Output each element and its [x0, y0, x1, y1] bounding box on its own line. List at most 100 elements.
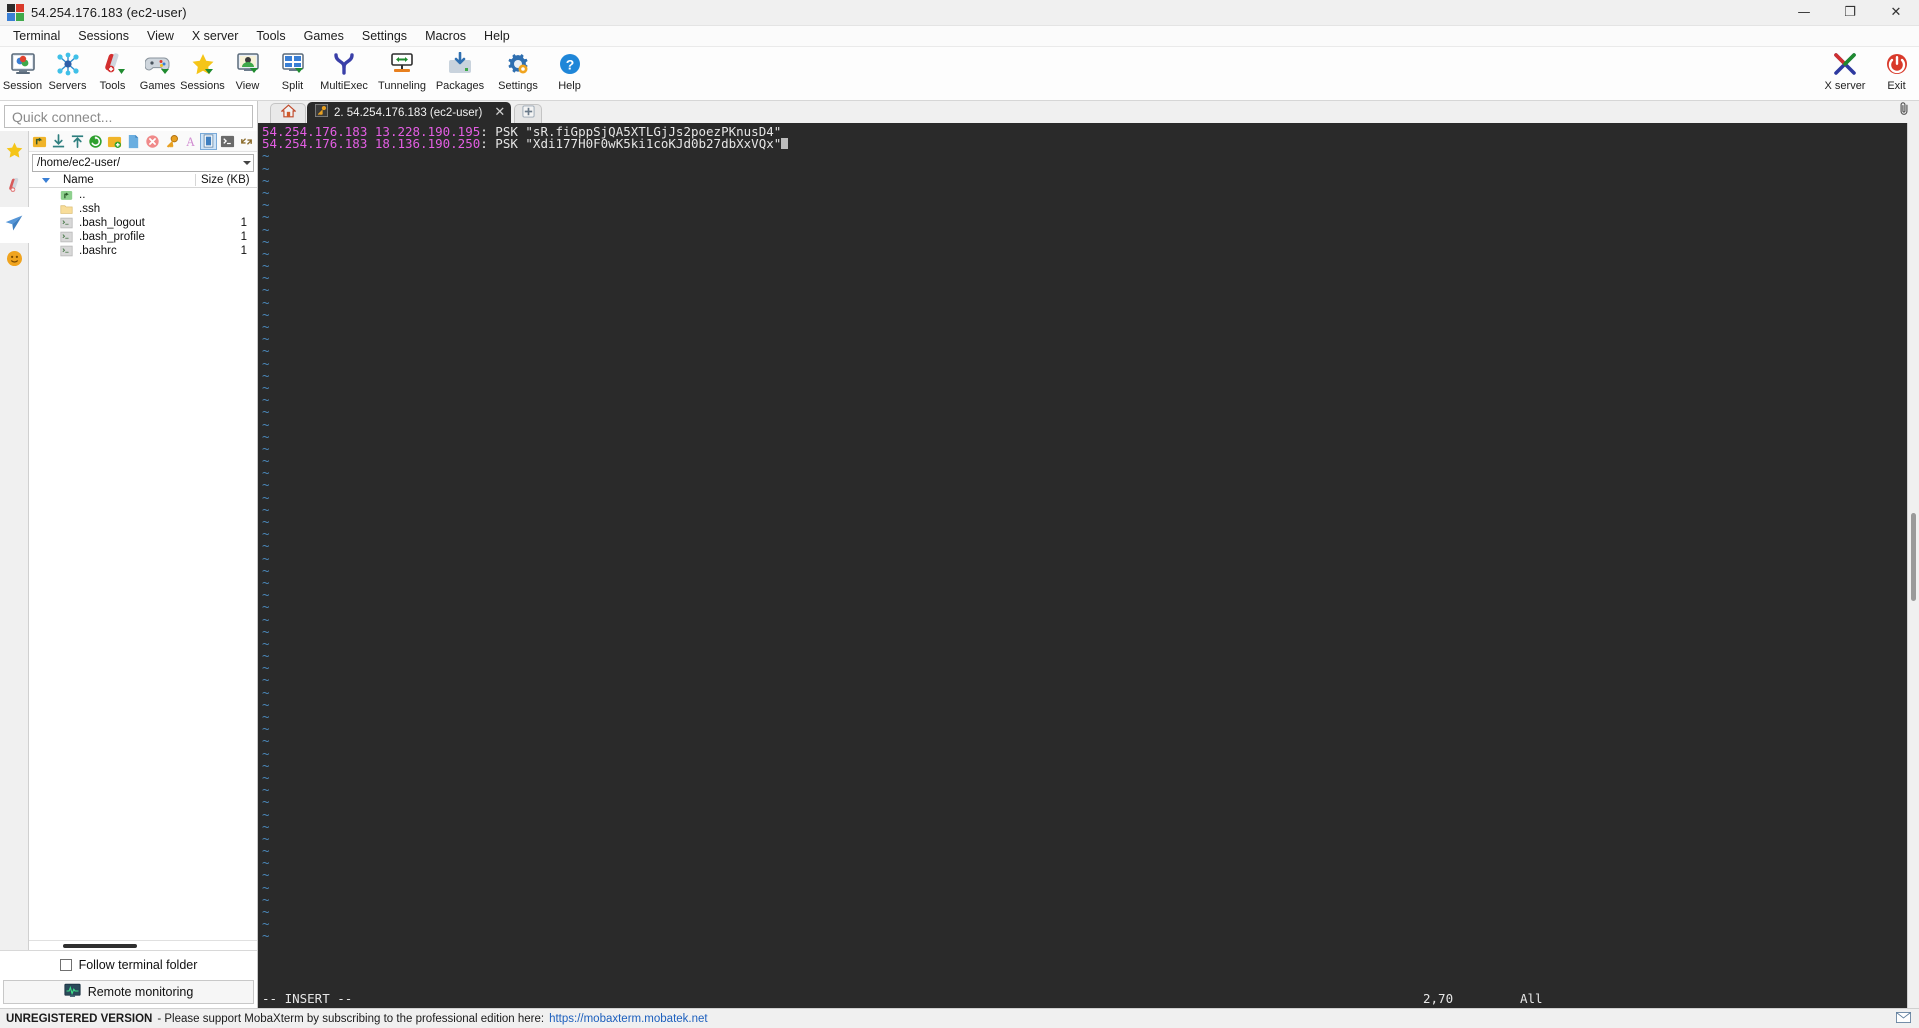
terminal-tilde-row: ~ [262, 233, 270, 249]
refresh-icon[interactable] [87, 133, 104, 150]
menu-macros[interactable]: Macros [416, 27, 475, 45]
games-gamepad-icon [144, 49, 171, 79]
parent-folder-icon[interactable] [31, 133, 48, 150]
menu-x-server[interactable]: X server [183, 27, 248, 45]
file-size: 1 [240, 231, 247, 243]
horizontal-scrollbar[interactable] [29, 940, 257, 950]
terminal-tilde-row: ~ [262, 209, 270, 225]
close-icon[interactable]: ✕ [494, 105, 505, 120]
terminal-tilde-rows: ~ ~ ~ ~ ~ ~ ~ ~ ~ ~ ~ ~ ~ ~ ~ ~ ~ ~ ~ ~ ~ ~ ~ ~ ~ ~ ~ ~ ~ ~ ~ ~ ~ ~ ~ ~ ~ ~ ~ ~… [262, 148, 1919, 943]
sidebar-split: A /home/ec2-user/ Name Size (KB) .. .ssh… [0, 131, 257, 950]
file-name: .bash_logout [79, 217, 145, 229]
maximize-button[interactable]: ❐ [1827, 0, 1873, 26]
remote-monitoring-button[interactable]: Remote monitoring [3, 980, 254, 1004]
binary-mode-icon[interactable] [200, 132, 218, 150]
text-mode-icon[interactable]: A [182, 133, 199, 150]
sidebar-item-sessions[interactable] [0, 135, 29, 171]
scrollbar-thumb[interactable] [63, 944, 137, 948]
toolbar-tunneling-button[interactable]: Tunneling [373, 47, 431, 101]
toolbar-view-button[interactable]: View [225, 47, 270, 101]
sidebar-item-macros[interactable] [0, 243, 29, 279]
toolbar-sessions-button[interactable]: Sessions [180, 47, 225, 101]
minimize-button[interactable]: — [1781, 0, 1827, 26]
new-file-icon[interactable] [125, 133, 142, 150]
follow-terminal-folder-row[interactable]: Follow terminal folder [0, 950, 257, 978]
remote-monitoring-label: Remote monitoring [87, 985, 194, 999]
menu-tools[interactable]: Tools [247, 27, 294, 45]
new-tab-button[interactable] [514, 104, 543, 123]
toolbar-exit-button[interactable]: Exit [1874, 47, 1919, 101]
toolbar-servers-button[interactable]: Servers [45, 47, 90, 101]
toolbar-multiexec-button[interactable]: MultiExec [315, 47, 373, 101]
sidebar-item-tools[interactable] [0, 171, 29, 207]
expand-icon[interactable] [238, 133, 255, 150]
toolbar-right-group: X server Exit [1816, 47, 1919, 101]
delete-icon[interactable] [144, 133, 161, 150]
mobaxterm-window: 54.254.176.183 (ec2-user) — ❐ ✕ Terminal… [0, 0, 1919, 1028]
terminal-link-icon[interactable] [219, 133, 236, 150]
table-row[interactable]: .bash_profile 1 [29, 230, 257, 244]
upload-icon[interactable] [69, 133, 86, 150]
permissions-key-icon[interactable] [163, 133, 180, 150]
scrollbar-thumb[interactable] [1911, 513, 1916, 601]
menu-sessions[interactable]: Sessions [69, 27, 138, 45]
menu-games[interactable]: Games [295, 27, 353, 45]
terminal-tilde-row: ~ [262, 258, 270, 274]
column-header-name[interactable]: Name [63, 174, 195, 186]
paperclip-icon[interactable] [1897, 101, 1911, 121]
sftp-path-bar[interactable]: /home/ec2-user/ [32, 154, 254, 172]
toolbar-help-button[interactable]: ? Help [547, 47, 592, 101]
column-header-size[interactable]: Size (KB) [195, 174, 257, 186]
table-row[interactable]: .. [29, 188, 257, 202]
terminal-tilde-row: ~ [262, 148, 270, 164]
vim-status-line: -- INSERT -- 2,70 All [258, 990, 1919, 1008]
table-row[interactable]: .bash_logout 1 [29, 216, 257, 230]
terminal-tilde-row: ~ [262, 404, 270, 420]
terminal-tilde-row: ~ [262, 733, 270, 749]
close-button[interactable]: ✕ [1873, 0, 1919, 26]
sidebar-item-sftp[interactable] [0, 207, 29, 243]
download-icon[interactable] [50, 133, 67, 150]
sort-indicator-icon[interactable] [29, 177, 63, 183]
terminal-tilde-row: ~ [262, 331, 270, 347]
toolbar-session-button[interactable]: Session [0, 47, 45, 101]
toolbar-packages-button[interactable]: Packages [431, 47, 489, 101]
quick-connect-input[interactable]: Quick connect... [4, 105, 253, 128]
sidebar-vertical-tabs [0, 131, 29, 950]
terminal-tab-active[interactable]: 2. 54.254.176.183 (ec2-user) ✕ [307, 102, 512, 123]
window-title: 54.254.176.183 (ec2-user) [31, 5, 187, 20]
terminal-tilde-row: ~ [262, 574, 270, 590]
file-list[interactable]: .. .ssh .bash_logout 1 .bash_profile 1 .… [29, 188, 257, 940]
mobaxterm-link[interactable]: https://mobaxterm.mobatek.net [549, 1013, 708, 1025]
toolbar-xserver-button[interactable]: X server [1816, 47, 1874, 101]
servers-network-icon [55, 49, 81, 79]
terminal-tilde-row: ~ [262, 514, 270, 529]
toolbar-split-button[interactable]: Split [270, 47, 315, 101]
toolbar-split-label: Split [281, 80, 304, 92]
terminal-vertical-scrollbar[interactable] [1907, 123, 1919, 1008]
menu-help[interactable]: Help [475, 27, 519, 45]
home-tab[interactable] [270, 103, 306, 123]
terminal-tilde-row: ~ [262, 294, 270, 310]
table-row[interactable]: .bashrc 1 [29, 244, 257, 258]
new-folder-icon[interactable] [106, 133, 123, 150]
follow-terminal-folder-checkbox[interactable] [59, 958, 72, 971]
menu-view[interactable]: View [138, 27, 183, 45]
terminal-tilde-row: ~ [262, 916, 270, 932]
terminal-tilde-row: ~ [262, 709, 270, 724]
menu-terminal[interactable]: Terminal [4, 27, 69, 45]
toolbar-tunneling-label: Tunneling [378, 80, 426, 92]
mail-icon[interactable] [1896, 1011, 1911, 1026]
terminal-screen[interactable]: 54.254.176.183 13.228.190.195: PSK "sR.f… [258, 123, 1919, 1008]
view-monitor-icon [235, 49, 261, 79]
terminal-tilde-row: ~ [262, 245, 270, 261]
menu-settings[interactable]: Settings [353, 27, 416, 45]
toolbar-tools-button[interactable]: Tools [90, 47, 135, 101]
table-row[interactable]: .ssh [29, 202, 257, 216]
sessions-star-icon [190, 49, 216, 79]
chevron-down-icon[interactable] [243, 161, 251, 165]
terminal-tilde-row: ~ [262, 684, 270, 700]
toolbar-games-button[interactable]: Games [135, 47, 180, 101]
toolbar-settings-button[interactable]: Settings [489, 47, 547, 101]
script-file-icon [29, 217, 79, 229]
